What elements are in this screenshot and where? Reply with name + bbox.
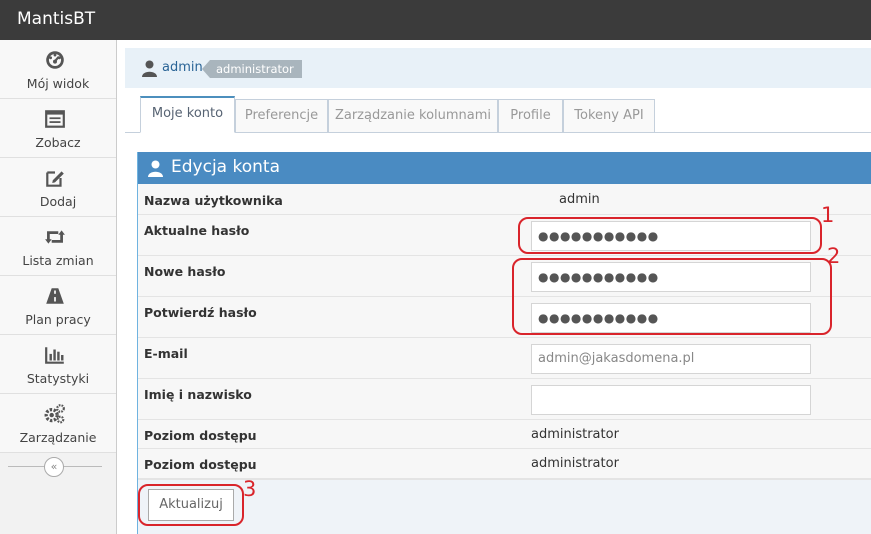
annotation-highlight-3 — [138, 484, 244, 526]
realname-label: Imię i nazwisko — [144, 387, 252, 402]
edit-icon — [46, 171, 64, 187]
road-icon — [46, 288, 64, 304]
top-navbar: MantisBT — [0, 0, 871, 40]
email-label: E-mail — [144, 346, 188, 361]
access-level-badge: administrator — [202, 60, 302, 78]
email-field[interactable]: admin@jakasdomena.pl — [531, 344, 811, 374]
sidebar-item-my-view[interactable]: Mój widok — [0, 40, 116, 99]
tab-api-tokens[interactable]: Tokeny API — [563, 99, 655, 133]
sidebar: Mój widok Zobacz Dodaj Lista zmian Plan … — [0, 40, 117, 534]
annotation-highlight-1 — [518, 217, 822, 254]
form-row-project-access-level: Poziom dostępu administrator — [138, 449, 871, 479]
user-icon — [142, 60, 157, 77]
sidebar-collapse: « — [8, 457, 102, 477]
app-title[interactable]: MantisBT — [17, 9, 95, 29]
annotation-number-2: 2 — [827, 244, 841, 268]
retweet-icon — [45, 230, 65, 244]
project-access-level-value: administrator — [531, 456, 619, 471]
account-tabs: Moje konto Preferencje Zarządzanie kolum… — [125, 96, 871, 133]
dashboard-icon — [46, 51, 64, 69]
project-access-level-label: Poziom dostępu — [144, 457, 257, 472]
form-row-realname: Imię i nazwisko — [138, 379, 871, 420]
tab-preferences[interactable]: Preferencje — [235, 99, 328, 133]
panel-title: Edycja konta — [171, 157, 280, 177]
gears-icon — [44, 404, 65, 424]
sidebar-item-label: Plan pracy — [25, 312, 91, 327]
form-row-access-level: Poziom dostępu administrator — [138, 420, 871, 449]
form-row-email: E-mail admin@jakasdomena.pl — [138, 338, 871, 379]
realname-field[interactable] — [531, 385, 811, 415]
collapse-sidebar-button[interactable]: « — [44, 457, 64, 477]
sidebar-item-label: Dodaj — [39, 194, 77, 209]
access-level-label: Poziom dostępu — [144, 428, 257, 443]
tab-manage-columns[interactable]: Zarządzanie kolumnami — [328, 99, 498, 133]
bar-chart-icon — [45, 347, 64, 364]
sidebar-item-statistics[interactable]: Statystyki — [0, 335, 116, 394]
annotation-number-3: 3 — [243, 477, 257, 501]
username-label: Nazwa użytkownika — [144, 193, 283, 208]
sidebar-item-label: Statystyki — [26, 371, 90, 386]
sidebar-item-roadmap[interactable]: Plan pracy — [0, 276, 116, 335]
sidebar-item-label: Zobacz — [35, 135, 81, 150]
current-password-label: Aktualne hasło — [144, 223, 250, 238]
tab-my-account[interactable]: Moje konto — [140, 96, 235, 133]
breadcrumb: admin administrator — [125, 48, 871, 88]
sidebar-item-changelog[interactable]: Lista zmian — [0, 217, 116, 276]
new-password-label: Nowe hasło — [144, 264, 226, 279]
panel-header: Edycja konta — [138, 152, 871, 184]
sidebar-item-label: Lista zmian — [22, 253, 94, 268]
sidebar-item-label: Zarządzanie — [19, 430, 97, 445]
form-row-username: Nazwa użytkownika admin — [138, 184, 871, 215]
annotation-highlight-2 — [512, 258, 832, 335]
username-value: admin — [559, 192, 600, 207]
sidebar-item-add[interactable]: Dodaj — [0, 158, 116, 217]
user-icon — [148, 160, 163, 177]
sidebar-item-manage[interactable]: Zarządzanie — [0, 394, 116, 453]
tab-profiles[interactable]: Profile — [498, 99, 563, 133]
confirm-password-label: Potwierdź hasło — [144, 305, 257, 320]
sidebar-item-label: Mój widok — [26, 76, 90, 91]
annotation-number-1: 1 — [821, 203, 835, 227]
breadcrumb-user-link[interactable]: admin — [162, 60, 203, 75]
list-icon — [45, 110, 65, 128]
access-level-value: administrator — [531, 427, 619, 442]
sidebar-item-view[interactable]: Zobacz — [0, 99, 116, 158]
